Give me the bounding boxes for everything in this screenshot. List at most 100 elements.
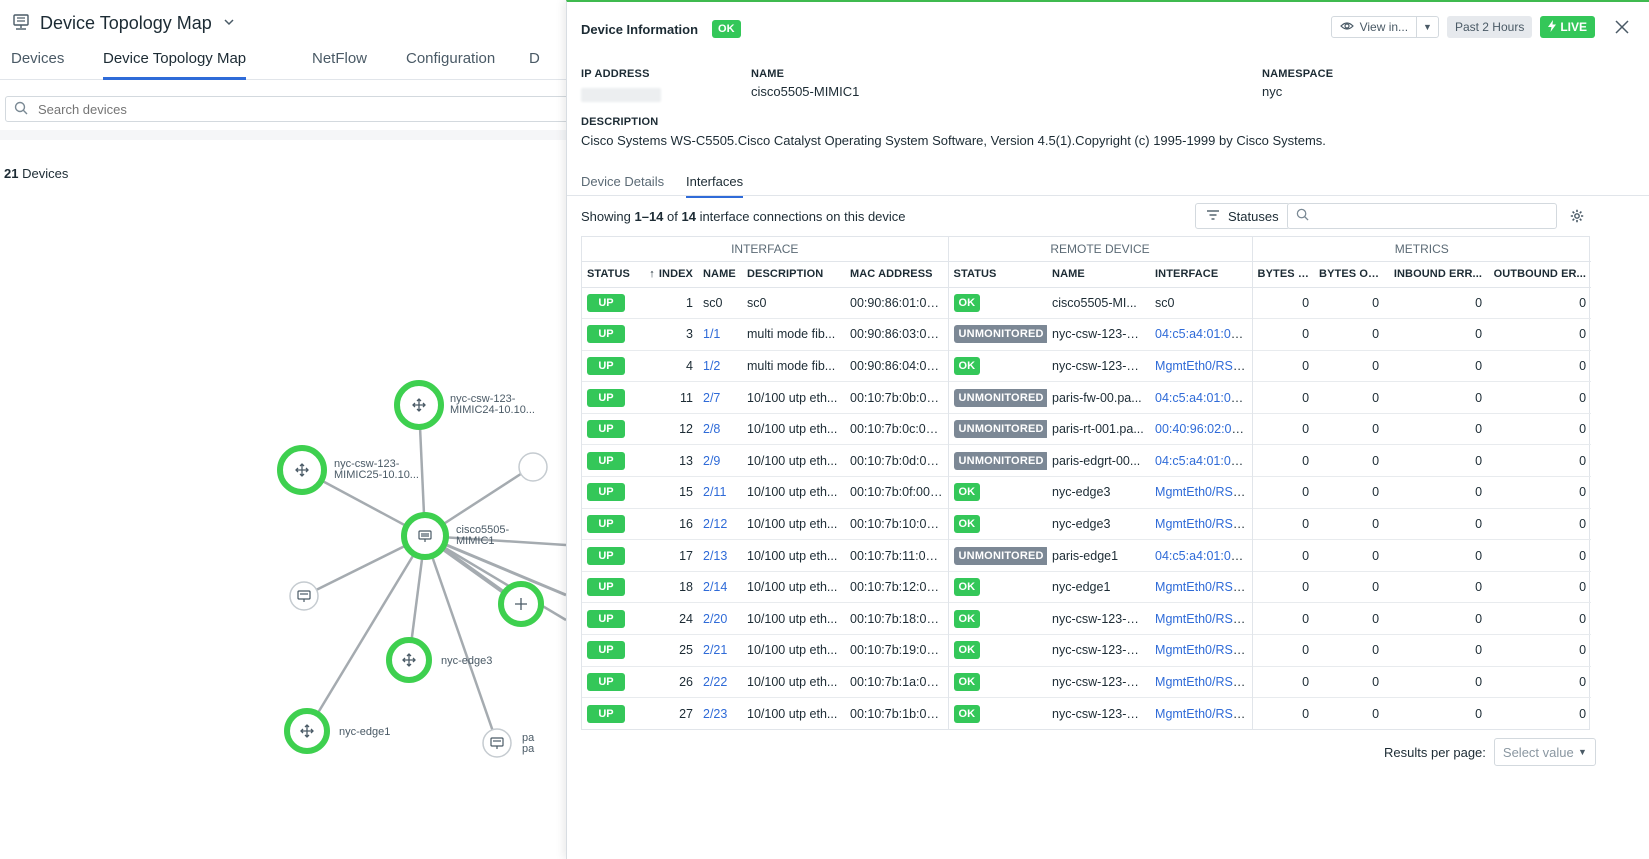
interface-name-link[interactable]: 1/2 <box>703 359 720 373</box>
cell-name[interactable]: 1/2 <box>698 350 742 382</box>
interface-name-link[interactable]: 2/8 <box>703 422 720 436</box>
table-row[interactable]: UP 25 2/21 10/100 utp eth... 00:10:7b:19:00.… <box>582 634 1592 667</box>
interface-name-link[interactable]: 1/1 <box>703 327 720 341</box>
time-range-button[interactable]: Past 2 Hours <box>1446 16 1533 38</box>
remote-interface-link[interactable]: MgmtEth0/RSP0 <box>1155 580 1248 594</box>
interface-name-link[interactable]: 2/21 <box>703 643 727 657</box>
col-remote-interface[interactable]: INTERFACE <box>1150 261 1253 288</box>
cell-name[interactable]: 2/7 <box>698 382 742 414</box>
interface-search-input[interactable] <box>1317 208 1547 224</box>
table-row[interactable]: UP 26 2/22 10/100 utp eth... 00:10:7b:1a:00.… <box>582 666 1592 698</box>
cell-name[interactable]: 2/22 <box>698 666 742 698</box>
cell-remote-interface[interactable]: MgmtEth0/RSP0 <box>1150 571 1252 603</box>
cell-remote-interface[interactable]: 04:c5:a4:01:00:0 <box>1150 445 1252 477</box>
interface-name-link[interactable]: 2/12 <box>703 517 727 531</box>
results-per-page-select[interactable]: Select value ▼ <box>1493 738 1596 766</box>
interface-name-link[interactable]: 2/7 <box>703 391 720 405</box>
col-index[interactable]: ↑ INDEX <box>642 261 698 288</box>
remote-interface-link[interactable]: MgmtEth0/RSP0 <box>1155 485 1248 499</box>
cell-remote-interface[interactable]: MgmtEth0/RSP0 <box>1150 698 1252 730</box>
col-name[interactable]: NAME <box>698 261 742 288</box>
interface-name-link[interactable]: 2/14 <box>703 580 727 594</box>
cell-remote-interface[interactable]: 04:c5:a4:01:00:0: <box>1150 382 1252 414</box>
node-left-device[interactable] <box>289 581 319 611</box>
tab-device-details[interactable]: Device Details <box>581 174 664 196</box>
remote-interface-link[interactable]: MgmtEth0/RSP0 <box>1155 707 1248 721</box>
caret-down-icon[interactable]: ▼ <box>1417 22 1438 32</box>
interface-name-link[interactable]: 2/20 <box>703 612 727 626</box>
col-bytes-out[interactable]: BYTES OUT <box>1314 261 1385 288</box>
table-row[interactable]: UP 15 2/11 10/100 utp eth... 00:10:7b:0f:00:… <box>582 476 1592 509</box>
col-bytes-in[interactable]: BYTES IN <box>1251 261 1315 288</box>
view-in-button[interactable]: View in... <box>1332 17 1418 37</box>
cell-name[interactable]: 2/13 <box>698 540 742 572</box>
cell-remote-interface[interactable]: 04:c5:a4:01:00:0: <box>1150 319 1252 351</box>
cell-remote-interface[interactable]: 00:40:96:02:00:0 <box>1150 413 1252 445</box>
cell-name[interactable]: 2/9 <box>698 445 742 477</box>
remote-interface-link[interactable]: 04:c5:a4:01:00:0 <box>1155 454 1248 468</box>
cell-name[interactable]: 2/8 <box>698 413 742 445</box>
interface-name-link[interactable]: 2/11 <box>703 485 726 499</box>
remote-interface-link[interactable]: 00:40:96:02:00:0 <box>1155 422 1249 436</box>
cell-remote-interface[interactable]: 04:c5:a4:01:00:0 <box>1150 540 1252 572</box>
cell-name[interactable]: 1/1 <box>698 319 742 351</box>
close-icon[interactable] <box>1611 16 1633 38</box>
cell-remote-interface[interactable]: MgmtEth0/RSP0 <box>1150 603 1252 635</box>
node-edge3[interactable]: nyc-edge3 <box>386 637 492 683</box>
cell-name[interactable]: 2/20 <box>698 603 742 635</box>
interface-name-link[interactable]: 2/13 <box>703 549 727 563</box>
table-row[interactable]: UP 24 2/20 10/100 utp eth... 00:10:7b:18:00.… <box>582 602 1592 635</box>
col-remote-status[interactable]: STATUS <box>947 261 1048 288</box>
interface-search[interactable] <box>1287 203 1557 229</box>
remote-interface-link[interactable]: MgmtEth0/RSP0 <box>1155 643 1248 657</box>
table-row[interactable]: UP 11 2/7 10/100 utp eth... 00:10:7b:0b:00..… <box>582 381 1592 414</box>
cell-name[interactable]: 2/11 <box>698 477 742 509</box>
remote-interface-link[interactable]: MgmtEth0/RSP0 <box>1155 612 1248 626</box>
col-description[interactable]: DESCRIPTION <box>742 261 845 288</box>
cell-name[interactable]: 2/21 <box>698 635 742 667</box>
gear-icon[interactable] <box>1568 207 1586 225</box>
node-right-switch[interactable] <box>498 581 544 627</box>
table-row[interactable]: UP 13 2/9 10/100 utp eth... 00:10:7b:0d:00..… <box>582 444 1592 477</box>
tab-interfaces[interactable]: Interfaces <box>686 174 744 198</box>
table-row[interactable]: UP 12 2/8 10/100 utp eth... 00:10:7b:0c:00..… <box>582 413 1592 445</box>
cell-name[interactable]: 2/12 <box>698 508 742 540</box>
col-inbound-errors[interactable]: INBOUND ERR... <box>1384 261 1488 288</box>
cell-remote-interface[interactable]: MgmtEth0/RSP0 <box>1150 508 1252 540</box>
cell-remote-interface[interactable]: MgmtEth0/RSP0 <box>1150 666 1252 698</box>
remote-interface-link[interactable]: MgmtEth0/RSP0 <box>1155 517 1248 531</box>
node-par[interactable]: pa pa <box>482 728 535 758</box>
remote-interface-link[interactable]: 04:c5:a4:01:00:0: <box>1155 391 1252 405</box>
interface-name-link[interactable]: 2/22 <box>703 675 727 689</box>
table-row[interactable]: UP 27 2/23 10/100 utp eth... 00:10:7b:1b:00.… <box>582 697 1591 730</box>
table-row[interactable]: UP 1 sc0 sc0 00:90:86:01:00... OK cisco5505-MI… <box>582 287 1592 319</box>
node-csw25[interactable]: nyc-csw-123- MIMIC25-10.10... <box>277 445 419 495</box>
remote-interface-link[interactable]: 04:c5:a4:01:00:0 <box>1155 549 1248 563</box>
interface-name-link[interactable]: 2/9 <box>703 454 720 468</box>
node-csw24[interactable]: nyc-csw-123- MIMIC24-10.10... <box>394 380 535 430</box>
cell-remote-interface[interactable]: MgmtEth0/RSP0 <box>1150 350 1252 382</box>
col-remote-name[interactable]: NAME <box>1047 261 1151 288</box>
node-right-top[interactable] <box>518 452 548 482</box>
remote-interface-link[interactable]: MgmtEth0/RSP0 <box>1155 675 1248 689</box>
table-row[interactable]: UP 17 2/13 10/100 utp eth... 00:10:7b:11:00.… <box>582 539 1592 572</box>
view-in-dropdown[interactable]: View in... ▼ <box>1330 16 1439 38</box>
col-status[interactable]: STATUS <box>582 261 642 288</box>
table-row[interactable]: UP 3 1/1 multi mode fib... 00:90:86:03:00...… <box>582 318 1592 351</box>
statuses-filter-button[interactable]: Statuses <box>1195 203 1290 229</box>
cell-remote-interface[interactable]: MgmtEth0/RSP0 <box>1150 635 1252 667</box>
live-button[interactable]: LIVE <box>1540 16 1595 38</box>
cell-name[interactable]: 2/14 <box>698 571 742 603</box>
interface-name-link[interactable]: 2/23 <box>703 707 727 721</box>
remote-interface-link[interactable]: MgmtEth0/RSP0 <box>1155 359 1248 373</box>
remote-interface-link[interactable]: 04:c5:a4:01:00:0: <box>1155 327 1252 341</box>
cell-remote-interface[interactable]: MgmtEth0/RSP0 <box>1150 477 1252 509</box>
table-row[interactable]: UP 16 2/12 10/100 utp eth... 00:10:7b:10:00.… <box>582 508 1592 540</box>
col-outbound-errors[interactable]: OUTBOUND ER... <box>1487 261 1592 288</box>
cell-name[interactable]: 2/23 <box>698 698 742 730</box>
topology-graph[interactable]: nyc-csw-123- MIMIC24-10.10... nyc-csw-12… <box>0 0 566 859</box>
table-row[interactable]: UP 4 1/2 multi mode fib... 00:90:86:04:00...… <box>582 350 1592 382</box>
col-mac-address[interactable]: MAC ADDRESS <box>845 261 949 288</box>
table-row[interactable]: UP 18 2/14 10/100 utp eth... 00:10:7b:12:00.… <box>582 571 1592 603</box>
node-edge1[interactable]: nyc-edge1 <box>284 708 390 754</box>
